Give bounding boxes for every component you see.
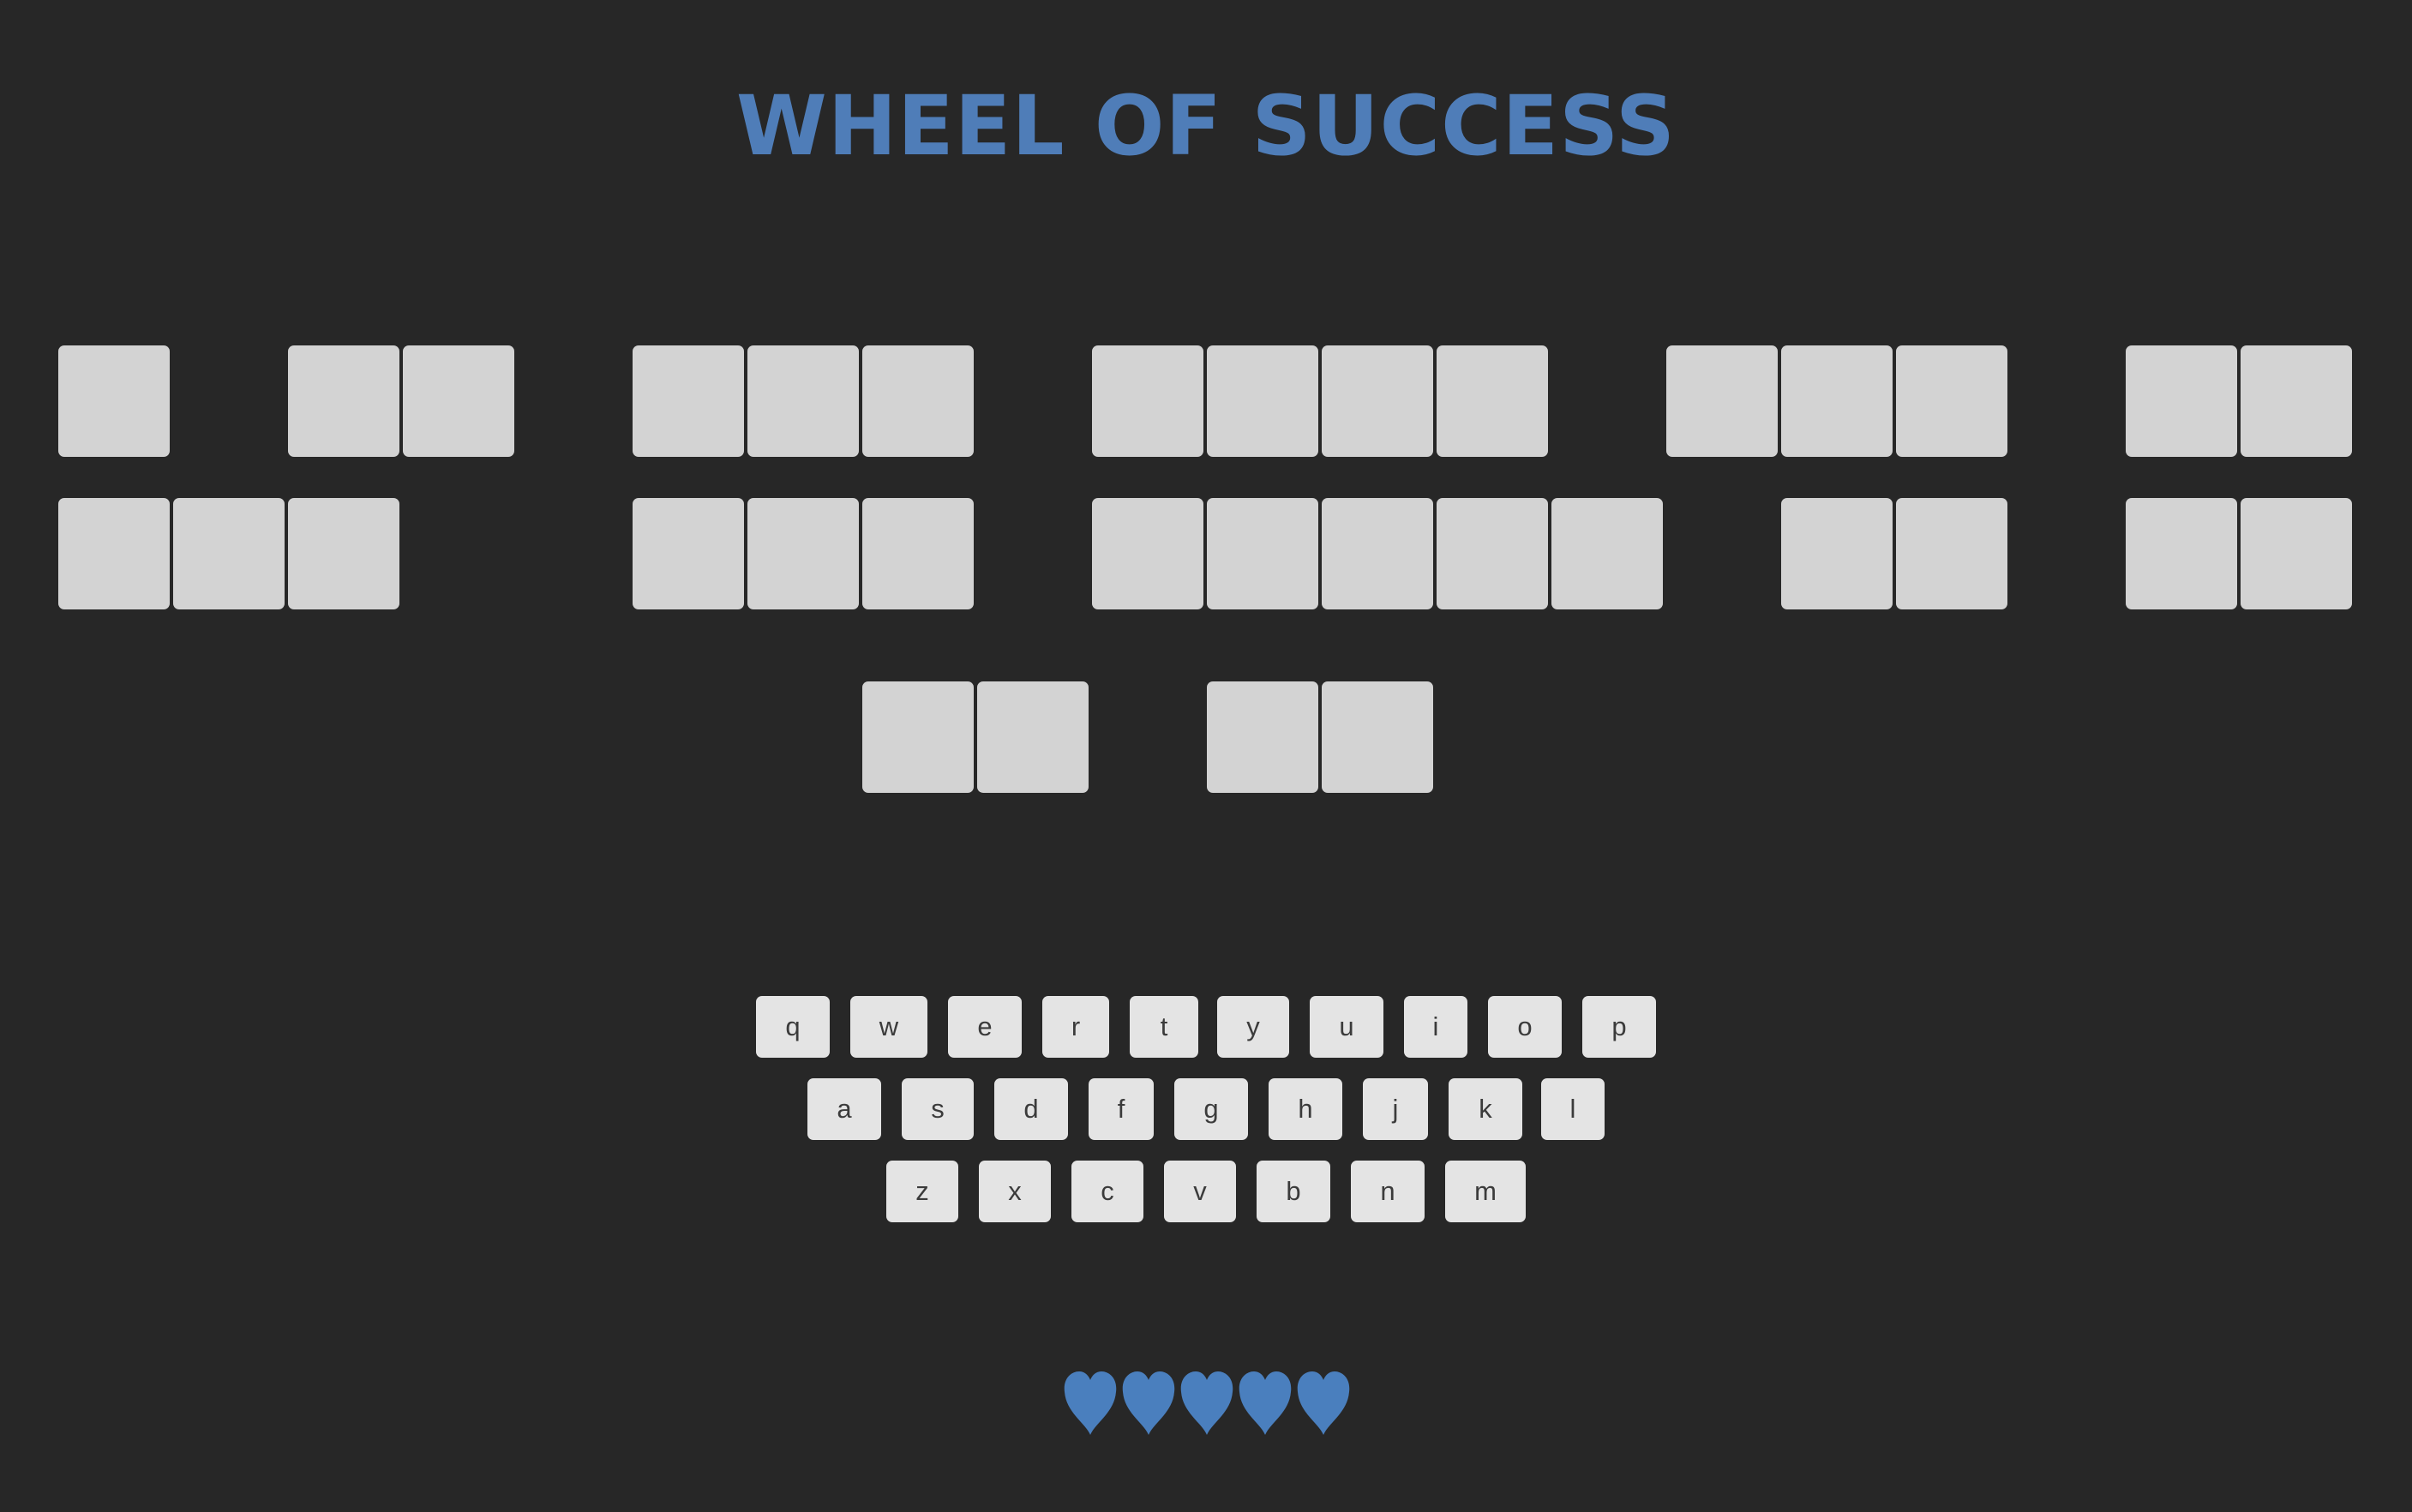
game-screen: WHEEL OF SUCCESS qwertyuiopasdfghjklzxcv… — [0, 0, 2412, 1512]
key-h[interactable]: h — [1269, 1078, 1342, 1140]
key-r[interactable]: r — [1042, 996, 1109, 1058]
heart-icon — [1238, 1370, 1293, 1437]
key-l[interactable]: l — [1541, 1078, 1605, 1140]
key-x[interactable]: x — [979, 1161, 1051, 1222]
key-m[interactable]: m — [1445, 1161, 1526, 1222]
heart-icon — [1063, 1370, 1118, 1437]
key-y[interactable]: y — [1217, 996, 1289, 1058]
key-q[interactable]: q — [756, 996, 830, 1058]
heart-icon — [1121, 1370, 1176, 1437]
key-j[interactable]: j — [1363, 1078, 1428, 1140]
key-n[interactable]: n — [1351, 1161, 1425, 1222]
key-u[interactable]: u — [1310, 996, 1383, 1058]
key-i[interactable]: i — [1404, 996, 1467, 1058]
key-z[interactable]: z — [886, 1161, 958, 1222]
key-d[interactable]: d — [994, 1078, 1068, 1140]
key-p[interactable]: p — [1582, 996, 1656, 1058]
key-w[interactable]: w — [850, 996, 927, 1058]
key-k[interactable]: k — [1449, 1078, 1522, 1140]
key-c[interactable]: c — [1071, 1161, 1143, 1222]
key-a[interactable]: a — [807, 1078, 881, 1140]
keyboard: qwertyuiop asdfghjkl zxcvbnm — [0, 0, 2412, 1286]
heart-icon — [1296, 1370, 1351, 1437]
key-o[interactable]: o — [1488, 996, 1562, 1058]
key-s[interactable]: s — [902, 1078, 974, 1140]
key-f[interactable]: f — [1089, 1078, 1154, 1140]
key-v[interactable]: v — [1164, 1161, 1236, 1222]
key-g[interactable]: g — [1174, 1078, 1248, 1140]
key-b[interactable]: b — [1257, 1161, 1330, 1222]
key-e[interactable]: e — [948, 996, 1022, 1058]
key-t[interactable]: t — [1130, 996, 1198, 1058]
heart-icon — [1179, 1370, 1234, 1437]
